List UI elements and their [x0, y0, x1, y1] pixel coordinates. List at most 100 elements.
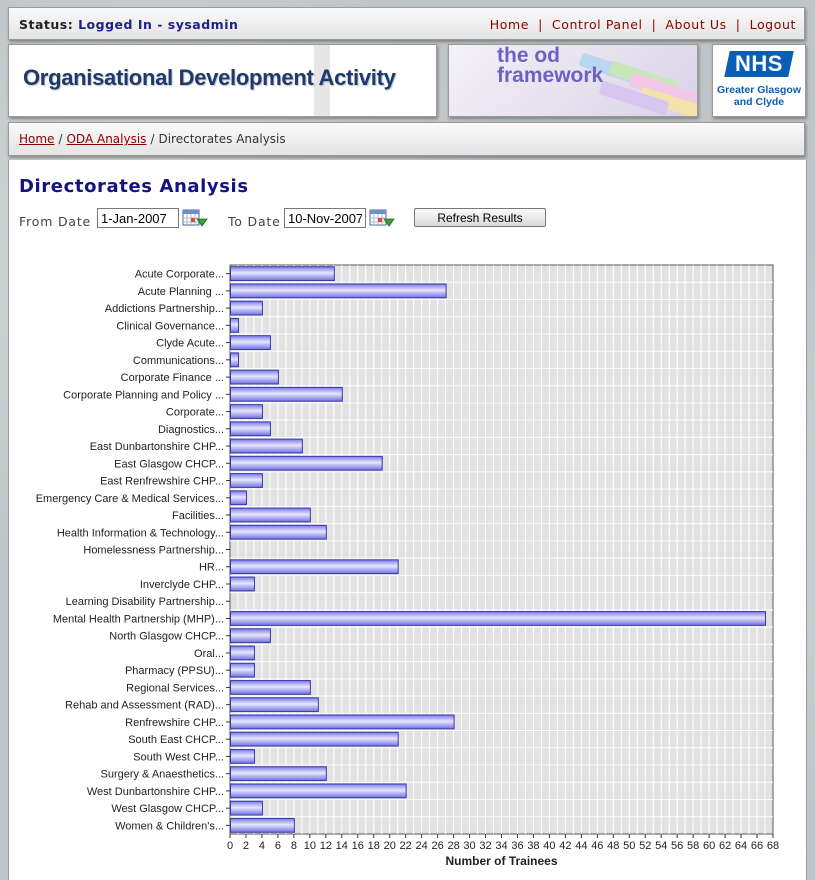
x-tick-label: 60 — [703, 840, 715, 852]
x-tick-label: 10 — [304, 840, 316, 852]
breadcrumb-separator: / — [58, 132, 63, 146]
x-tick-label: 0 — [227, 840, 233, 852]
bar — [230, 438, 303, 454]
category-label: Pharmacy (PPSU)... — [125, 665, 224, 677]
bar — [230, 386, 343, 402]
x-tick-label: 36 — [511, 840, 523, 852]
category-label: Oral... — [194, 648, 224, 660]
bar — [230, 421, 271, 437]
category-label: South East CHCP... — [128, 734, 224, 746]
category-label: Rehab and Assessment (RAD)... — [65, 700, 224, 712]
x-tick-label: 42 — [559, 840, 571, 852]
x-tick-label: 34 — [495, 840, 507, 852]
category-label: Learning Disability Partnership... — [66, 596, 224, 608]
x-tick-label: 66 — [751, 840, 763, 852]
x-tick-label: 48 — [607, 840, 619, 852]
category-label: North Glasgow CHCP... — [109, 631, 224, 643]
bar — [230, 524, 327, 540]
bar — [230, 266, 335, 282]
bar — [230, 473, 263, 488]
category-label: Clinical Governance... — [116, 320, 224, 332]
x-tick-label: 12 — [320, 840, 332, 852]
x-tick-label: 62 — [719, 840, 731, 852]
site-title: Organisational Development Activity — [23, 65, 396, 90]
nhs-mark: NHS — [724, 51, 794, 77]
top-status-bar: Status: Logged In - sysadmin Home | Contro… — [8, 7, 805, 40]
category-label: West Dunbartonshire CHP... — [87, 786, 224, 798]
nhs-board-line2: and Clyde — [733, 96, 785, 108]
bar — [230, 490, 247, 506]
category-label: East Dunbartonshire CHP... — [90, 441, 224, 453]
bar — [230, 611, 767, 626]
breadcrumb-separator: / — [150, 132, 155, 146]
x-tick-label: 52 — [639, 840, 651, 852]
bar — [230, 576, 255, 592]
x-tick-label: 30 — [463, 840, 475, 852]
x-tick-label: 38 — [527, 840, 539, 852]
category-label: Homelessness Partnership... — [83, 545, 224, 557]
category-labels: Acute Corporate... Acute Planning ... Addi… — [36, 269, 230, 832]
category-label: Renfrewshire CHP... — [125, 717, 224, 729]
x-tick-label: 26 — [431, 840, 443, 852]
bar — [230, 783, 407, 799]
category-label: Acute Planning ... — [138, 286, 224, 298]
nav-about-us-link[interactable]: About Us — [665, 17, 726, 32]
x-tick-label: 4 — [259, 840, 265, 852]
x-tick-label: 58 — [687, 840, 699, 852]
nav-logout-link[interactable]: Logout — [750, 17, 796, 32]
x-tick-label: 54 — [655, 840, 667, 852]
x-tick-label: 44 — [575, 840, 587, 852]
x-axis-label: Number of Trainees — [445, 854, 557, 868]
bar — [230, 697, 319, 713]
bar — [230, 749, 255, 764]
category-label: West Glasgow CHCP... — [111, 803, 224, 815]
bar — [230, 662, 255, 678]
bar — [230, 352, 239, 368]
bar — [230, 507, 311, 523]
x-tick-label: 64 — [735, 840, 747, 852]
x-tick-label: 28 — [447, 840, 459, 852]
category-label: HR... — [199, 562, 224, 574]
category-label: Diagnostics... — [158, 424, 224, 436]
login-status: Status: Logged In - sysadmin — [19, 17, 238, 32]
x-tick-label: 24 — [416, 840, 428, 852]
breadcrumb-home-link[interactable]: Home — [19, 132, 54, 146]
category-label: Clyde Acute... — [156, 338, 224, 350]
bar — [230, 766, 327, 782]
x-tick-labels: 0 2 4 6 8 10 12 14 16 18 20 22 24 26 28 30 32 34 36 38 40 42 4… — [227, 834, 779, 852]
bar — [230, 455, 383, 471]
bar — [230, 335, 271, 350]
breadcrumb-bar: Home / ODA Analysis / Directorates Analysis — [8, 122, 805, 156]
nav-home-link[interactable]: Home — [490, 17, 529, 32]
nav-control-panel-link[interactable]: Control Panel — [552, 17, 643, 32]
breadcrumb-oda-analysis-link[interactable]: ODA Analysis — [66, 132, 146, 146]
category-label: Inverclyde CHP... — [140, 579, 224, 591]
status-label: Status: — [19, 17, 74, 32]
bar — [230, 731, 399, 747]
main-content: Directorates Analysis From Date To Date … — [8, 160, 807, 880]
category-label: East Glasgow CHCP... — [114, 458, 224, 470]
bar — [230, 817, 295, 833]
nhs-board-line1: Greater Glasgow — [716, 84, 802, 96]
nhs-logo: NHS Greater Glasgow and Clyde — [712, 44, 806, 117]
x-tick-label: 68 — [767, 840, 779, 852]
category-label: South West CHP... — [133, 751, 224, 763]
category-label: Corporate... — [166, 407, 224, 419]
x-tick-label: 32 — [479, 840, 491, 852]
category-label: Mental Health Partnership (MHP)... — [53, 613, 224, 625]
bar — [230, 369, 279, 385]
bar — [230, 317, 239, 333]
bar — [230, 300, 263, 316]
category-label: Corporate Planning and Policy ... — [63, 389, 224, 401]
x-tick-label: 18 — [368, 840, 380, 852]
x-tick-label: 20 — [384, 840, 396, 852]
category-label: Facilities... — [172, 510, 224, 522]
category-label: Women & Children's... — [115, 820, 224, 832]
category-label: Corporate Finance ... — [121, 372, 224, 384]
breadcrumb: Home / ODA Analysis / Directorates Analysis — [19, 132, 286, 146]
top-navigation: Home | Control Panel | About Us | Logout — [490, 17, 796, 32]
bar — [230, 680, 311, 695]
nhs-board-name: Greater Glasgow and Clyde — [713, 84, 805, 108]
category-label: Health Information & Technology... — [57, 527, 224, 539]
bar — [230, 628, 271, 644]
